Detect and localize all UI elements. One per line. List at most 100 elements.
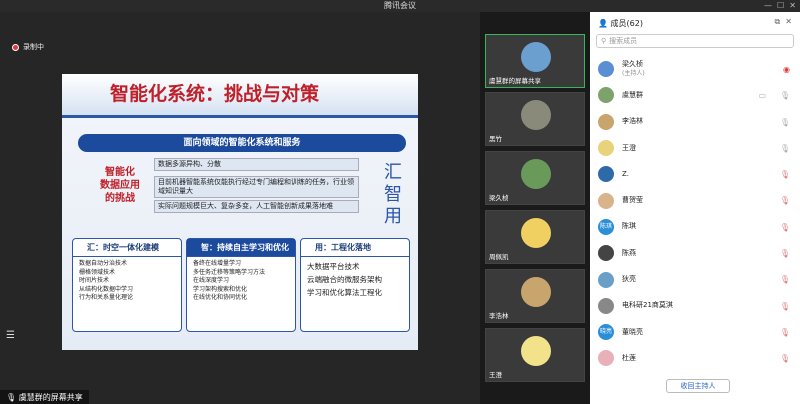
column-item: 在线深度学习: [193, 277, 230, 284]
column-item: 大数据平台技术: [307, 262, 360, 271]
presentation-slide: 智能化系统：挑战与对策 面向领域的智能化系统和服务 智能化 数据应用 的挑战 数…: [62, 74, 418, 350]
column-item: 云端融合的微服务架构: [307, 275, 382, 284]
slide-column: 汇：时空一体化建模 数据自动分治技术 栅格领域技术 时间片技术 从结构化数据中学…: [72, 238, 182, 332]
recording-icon: ◉: [783, 65, 790, 74]
recording-label: 录制中: [23, 43, 44, 51]
slide-column: 用：工程化落地 大数据平台技术 云端融合的微服务架构 学习和优化算法工程化: [300, 238, 410, 332]
column-item: 备终在线增量学习: [193, 260, 242, 267]
member-name: 杜莲: [622, 353, 636, 362]
member-name: 曹贺莹: [622, 196, 643, 205]
mic-muted-icon[interactable]: 🎙: [780, 196, 790, 205]
column-header: 智：持续自主学习和优化: [187, 239, 295, 257]
member-name: Z.: [622, 169, 630, 178]
members-title: 成员(62): [610, 19, 643, 28]
members-icon: 👤: [598, 19, 608, 28]
column-item: 在线优化和协同优化: [193, 294, 248, 301]
slide-band: 面向领域的智能化系统和服务: [78, 134, 406, 152]
slide-column: 智：持续自主学习和优化 备终在线增量学习 多任务迁移等策略学习方法 在线深度学习…: [186, 238, 296, 332]
left-label-line: 数据应用: [100, 180, 140, 191]
video-tile[interactable]: 虞慧群的屏幕共享: [485, 34, 585, 88]
mic-muted-icon[interactable]: 🎙: [780, 328, 790, 337]
mic-icon: 🎙: [6, 393, 17, 402]
member-name: 电科研21商莫淇: [622, 301, 673, 310]
mic-muted-icon[interactable]: 🎙: [780, 249, 790, 258]
panel-controls[interactable]: ⧉ ✕: [774, 17, 792, 27]
slide-title: 智能化系统：挑战与对策: [110, 83, 320, 105]
shared-screen-area: 录制中 智能化系统：挑战与对策 面向领域的智能化系统和服务 智能化 数据应用 的…: [0, 12, 480, 404]
avatar: [521, 100, 551, 130]
vertical-char: 智: [384, 184, 402, 205]
mic-icon[interactable]: 🎙: [780, 144, 790, 153]
member-name: 李浩林: [622, 117, 643, 126]
member-search[interactable]: ⚲ 搜索成员: [596, 34, 794, 48]
avatar: [521, 218, 551, 248]
member-name: 梁久桢: [622, 60, 643, 69]
tile-name: 虞慧群的屏幕共享: [489, 77, 541, 85]
mic-muted-icon[interactable]: 🎙: [780, 170, 790, 179]
member-name: 狄亮: [622, 275, 636, 284]
member-row[interactable]: 晓亮 董晓亮 🎙: [590, 319, 800, 345]
mic-icon[interactable]: 🎙: [780, 91, 790, 100]
left-label-line: 智能化: [105, 167, 135, 178]
vertical-char: 汇: [384, 162, 402, 183]
mic-muted-icon[interactable]: 🎙: [780, 302, 790, 311]
column-header: 用：工程化落地: [301, 239, 409, 257]
video-tile[interactable]: 黑竹: [485, 92, 585, 146]
search-icon: ⚲: [601, 37, 607, 45]
video-tile[interactable]: 李浩林: [485, 269, 585, 323]
avatar: [598, 245, 614, 262]
slide-item: 数据多源异构、分散: [154, 158, 359, 171]
video-tile[interactable]: 梁久桢: [485, 151, 585, 205]
avatar: [598, 87, 614, 104]
member-row[interactable]: 曹贺莹 🎙: [590, 187, 800, 213]
column-item: 多任务迁移等策略学习方法: [193, 268, 266, 276]
tile-name: 李浩林: [489, 312, 509, 320]
window-controls[interactable]: — ☐ ✕: [764, 0, 796, 12]
member-name: 陈燕: [622, 248, 636, 257]
member-row[interactable]: 陈燕 🎙: [590, 240, 800, 266]
mic-muted-icon[interactable]: 🎙: [780, 275, 790, 284]
menu-icon[interactable]: ☰: [6, 330, 15, 341]
tile-name: 王澄: [489, 371, 502, 379]
share-label-text: 虞慧群的屏幕共享: [18, 393, 83, 402]
member-row[interactable]: 电科研21商莫淇 🎙: [590, 293, 800, 319]
avatar: [598, 192, 614, 209]
window-titlebar: 腾讯会议 — ☐ ✕: [0, 0, 800, 12]
record-dot-icon: [12, 43, 19, 51]
member-row[interactable]: 李浩林 🎙: [590, 109, 800, 135]
reclaim-host-button[interactable]: 收回主持人: [666, 379, 730, 393]
column-item: 学习架构搜索和优化: [193, 285, 248, 293]
member-row[interactable]: 王澄 🎙: [590, 135, 800, 161]
column-item: 栅格领域技术: [79, 268, 116, 276]
avatar: [598, 61, 614, 78]
mic-muted-icon[interactable]: 🎙: [780, 223, 790, 232]
member-row[interactable]: 杜莲 🎙: [590, 345, 800, 371]
avatar: 陈琪: [598, 218, 614, 235]
avatar: [521, 277, 551, 307]
tile-name: 梁久桢: [489, 194, 509, 202]
member-row[interactable]: 梁久桢 (主持人) ◉: [590, 56, 800, 82]
video-tile[interactable]: 王澄: [485, 328, 585, 382]
slide-item: 实际问题规模巨大、复杂多变，人工智能创新成果落地难: [154, 200, 359, 213]
column-item: 时间片技术: [79, 277, 110, 284]
member-row[interactable]: 虞慧群 ▭ 🎙: [590, 82, 800, 108]
slide-left-label: 智能化 数据应用 的挑战: [90, 166, 150, 205]
avatar: [598, 140, 614, 157]
member-row[interactable]: 狄亮 🎙: [590, 266, 800, 292]
tile-name: 周佩凯: [489, 253, 509, 261]
video-tile[interactable]: 周佩凯: [485, 210, 585, 264]
avatar: [598, 350, 614, 367]
window-title: 腾讯会议: [384, 1, 416, 10]
mic-muted-icon[interactable]: 🎙: [780, 354, 790, 363]
member-row[interactable]: Z. 🎙: [590, 161, 800, 187]
avatar: 晓亮: [598, 324, 614, 341]
avatar: [598, 166, 614, 183]
mic-icon[interactable]: 🎙: [780, 118, 790, 127]
slide-vertical-text: 汇 智 用: [382, 162, 404, 228]
column-item: 数据自动分治技术: [79, 260, 128, 267]
member-row[interactable]: 陈琪 陈琪 🎙: [590, 214, 800, 240]
slide-item: 目前机器智能系统仅能执行经过专门编程和训练的任务，行业领域知识量大: [154, 176, 359, 198]
recording-indicator: 录制中: [12, 42, 44, 52]
share-screen-icon: ▭: [758, 91, 766, 101]
avatar: [521, 159, 551, 189]
